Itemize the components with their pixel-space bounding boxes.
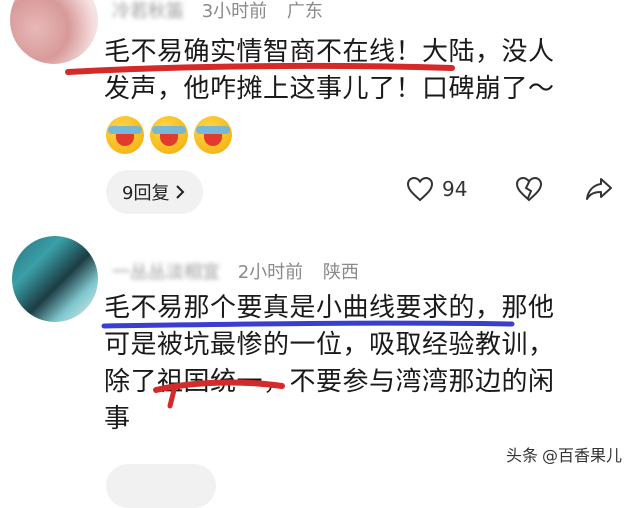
comment-meta: 一丛丛淡相宜 2小时前 陕西 xyxy=(112,258,359,284)
laugh-cry-emoji-icon xyxy=(150,116,188,154)
comment-actions: 94 xyxy=(406,176,613,202)
replies-button-partial[interactable] xyxy=(106,464,216,508)
share-icon[interactable] xyxy=(585,176,613,202)
timestamp: 2小时前 xyxy=(237,262,304,283)
location: 陕西 xyxy=(322,262,359,283)
emoji-row xyxy=(106,116,232,154)
replies-button[interactable]: 9回复 xyxy=(106,170,204,214)
comment-meta: 冷若秋笛 3小时前 广东 xyxy=(112,0,323,23)
like-button[interactable]: 94 xyxy=(406,176,467,202)
watermark: 头条 @百香果儿 xyxy=(506,442,622,466)
laugh-cry-emoji-icon xyxy=(194,116,232,154)
avatar[interactable] xyxy=(10,0,98,64)
watermark-prefix: 头条 xyxy=(505,446,538,465)
blue-underline-annotation xyxy=(101,320,515,329)
like-count: 94 xyxy=(442,177,468,201)
broken-heart-icon[interactable] xyxy=(515,176,543,202)
comment-text: 毛不易那个要真是小曲线要求的，那他 可是被坑最惨的一位，吸取经验教训， 除了祖国… xyxy=(104,290,555,438)
username[interactable]: 冷若秋笛 xyxy=(112,1,184,22)
timestamp: 3小时前 xyxy=(201,1,268,22)
heart-icon xyxy=(406,176,434,202)
watermark-handle: @百香果儿 xyxy=(541,446,622,465)
chevron-right-icon xyxy=(176,185,185,199)
replies-label: 9回复 xyxy=(122,183,170,204)
red-underline-annotation xyxy=(65,62,455,75)
laugh-cry-emoji-icon xyxy=(106,116,144,154)
comment-2: 一丛丛淡相宜 2小时前 陕西 毛不易那个要真是小曲线要求的，那他 可是被坑最惨的… xyxy=(0,220,640,508)
location: 广东 xyxy=(286,1,323,22)
comment-1: 冷若秋笛 3小时前 广东 毛不易确实情智商不在线！大陆，没人 发声，他咋摊上这事… xyxy=(0,0,640,220)
red-scribble-annotation xyxy=(153,379,285,409)
avatar[interactable] xyxy=(12,236,98,322)
username[interactable]: 一丛丛淡相宜 xyxy=(112,262,220,283)
